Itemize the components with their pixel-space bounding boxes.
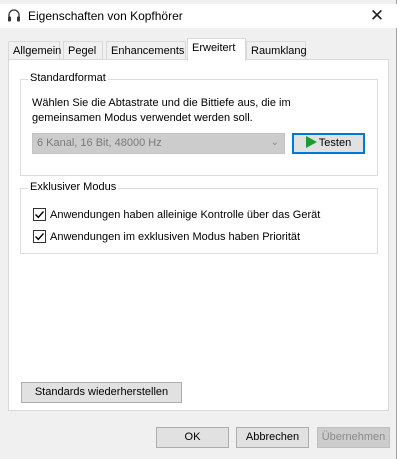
play-icon [305,136,317,148]
chevron-down-icon: ⌄ [270,137,279,148]
apply-button[interactable]: Übernehmen [317,427,390,448]
test-button-label: Testen [318,137,352,149]
exclusive-priority-checkbox[interactable] [33,230,46,243]
exclusive-mode-legend: Exklusiver Modus [28,181,119,193]
exclusive-priority-label: Anwendungen im exklusiven Modus haben Pr… [50,231,301,243]
format-select-value: 6 Kanal, 16 Bit, 48000 Hz [37,137,162,149]
exclusive-control-label: Anwendungen haben alleinige Kontrolle üb… [50,209,321,221]
restore-defaults-button[interactable]: Standards wiederherstellen [21,382,182,403]
standardformat-description: Wählen Sie die Abtastrate und die Bittie… [32,97,291,124]
title-bar[interactable]: Eigenschaften von Kopfhörer ✕ [0,4,397,28]
properties-dialog: Eigenschaften von Kopfhörer ✕ Allgemein … [0,0,397,459]
exclusive-control-checkbox[interactable] [33,208,46,221]
close-icon: ✕ [369,6,385,25]
close-button[interactable]: ✕ [367,6,387,26]
tab-erweitert[interactable]: Erweitert [187,38,246,61]
tab-allgemein[interactable]: Allgemein [8,41,61,60]
standardformat-group: Standardformat Wählen Sie die Abtastrate… [20,72,378,176]
headphones-icon [8,9,20,22]
tab-raumklang[interactable]: Raumklang [246,41,307,60]
tab-pegel[interactable]: Pegel [63,41,103,60]
tab-enhancements[interactable]: Enhancements [106,41,186,60]
format-select: 6 Kanal, 16 Bit, 48000 Hz ⌄ [32,133,285,154]
exclusive-mode-group: Exklusiver Modus Anwendungen haben allei… [20,181,378,254]
test-button[interactable]: Testen [292,133,365,154]
checkmark-icon [35,233,45,241]
cancel-button[interactable]: Abbrechen [236,427,309,448]
tab-panel-erweitert: Standardformat Wählen Sie die Abtastrate… [8,59,389,411]
window-title: Eigenschaften von Kopfhörer [28,9,183,23]
standardformat-legend: Standardformat [28,72,108,84]
ok-button[interactable]: OK [156,427,229,448]
checkmark-icon [35,211,45,219]
